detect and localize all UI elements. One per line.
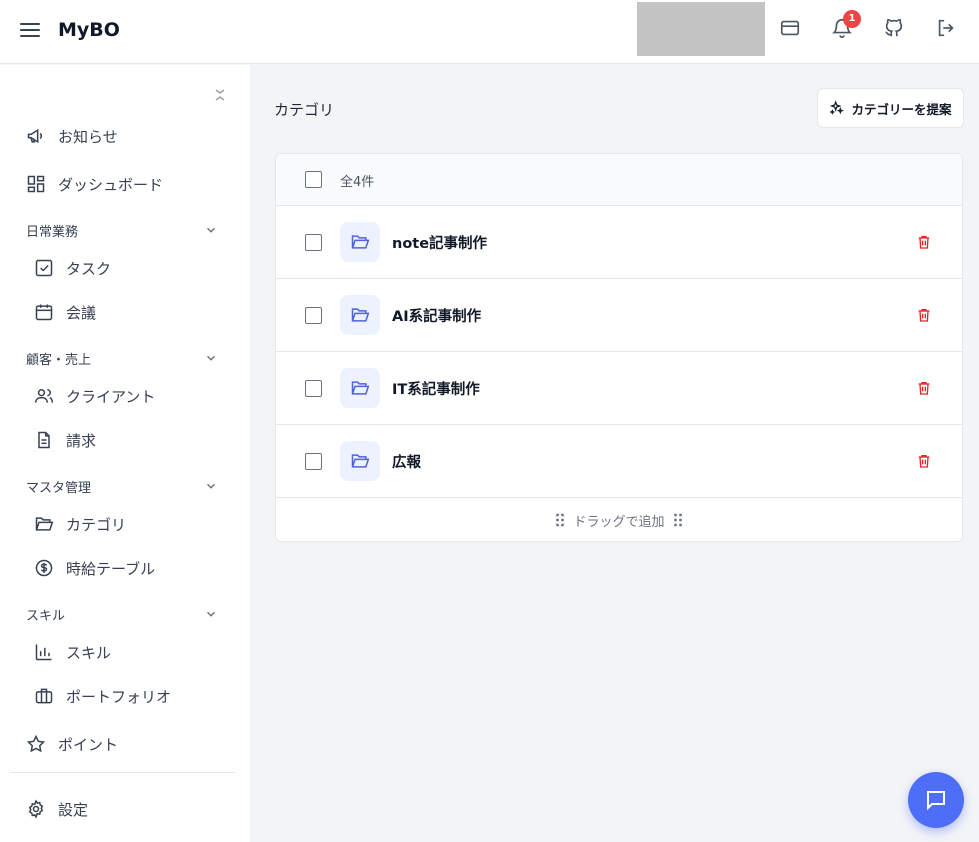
chevron-down-icon — [207, 611, 215, 617]
sidebar-item-billing[interactable]: 請求 — [34, 428, 96, 452]
folder-icon — [340, 222, 380, 262]
folder-icon — [340, 295, 380, 335]
item-count: 全4件 — [340, 175, 375, 190]
logout-icon[interactable] — [935, 17, 959, 41]
group-master-management[interactable]: マスタ管理 — [26, 476, 218, 496]
users-icon — [34, 386, 54, 406]
sidebar-item-label: 時給テーブル — [66, 559, 156, 578]
trash-icon[interactable] — [916, 307, 932, 323]
folder-icon — [34, 514, 54, 534]
category-name: 広報 — [392, 455, 421, 471]
sparkle-icon — [829, 100, 845, 115]
sidebar-item-label: ダッシュボード — [58, 175, 164, 194]
menu-icon[interactable] — [20, 20, 40, 42]
sidebar-item-settings[interactable]: 設定 — [26, 797, 88, 821]
sidebar-item-label: タスク — [66, 259, 112, 278]
sidebar-item-label: 設定 — [58, 800, 89, 819]
avatar[interactable] — [637, 2, 765, 56]
sidebar-divider — [10, 772, 235, 773]
sidebar-item-label: スキル — [66, 643, 112, 662]
chevron-down-icon — [207, 483, 215, 489]
sidebar-item-label: 請求 — [66, 431, 97, 450]
bar-chart-icon — [34, 642, 54, 662]
drag-handle-icon — [673, 513, 682, 527]
megaphone-icon — [26, 126, 46, 146]
dashboard-icon — [26, 174, 46, 194]
sidebar-item-points[interactable]: ポイント — [26, 732, 118, 756]
brand-logo[interactable]: MyBO — [58, 19, 120, 41]
trash-icon[interactable] — [916, 234, 932, 250]
sidebar-item-label: カテゴリ — [66, 515, 127, 534]
gear-icon — [26, 799, 46, 819]
category-name: IT系記事制作 — [392, 382, 480, 398]
folder-icon — [340, 441, 380, 481]
dollar-icon — [34, 558, 54, 578]
row-checkbox[interactable] — [305, 234, 322, 251]
sidebar-item-label: 会議 — [66, 303, 97, 322]
chat-icon — [927, 791, 945, 811]
trash-icon[interactable] — [916, 380, 932, 396]
sidebar-item-meeting[interactable]: 会議 — [34, 300, 96, 324]
table-row[interactable]: IT系記事制作 — [276, 352, 962, 425]
select-all-checkbox[interactable] — [305, 171, 322, 188]
folder-icon — [340, 368, 380, 408]
sidebar: お知らせ ダッシュボード 日常業務 タスク 会議 顧客・売上 クライアント 請求… — [0, 65, 250, 842]
category-name: note記事制作 — [392, 236, 488, 252]
calendar-icon — [34, 302, 54, 322]
trash-icon[interactable] — [916, 453, 932, 469]
list-header: 全4件 — [276, 154, 962, 206]
group-daily-work[interactable]: 日常業務 — [26, 220, 218, 240]
collapse-icon[interactable] — [212, 87, 228, 103]
briefcase-icon — [34, 686, 54, 706]
table-row[interactable]: AI系記事制作 — [276, 279, 962, 352]
drag-add-zone[interactable]: ドラッグで追加 — [276, 498, 962, 541]
star-icon — [26, 734, 46, 754]
group-customers-sales[interactable]: 顧客・売上 — [26, 348, 218, 368]
chat-button[interactable] — [908, 772, 964, 828]
suggest-category-button[interactable]: カテゴリーを提案 — [817, 88, 964, 128]
table-row[interactable]: note記事制作 — [276, 206, 962, 279]
chevron-down-icon — [207, 355, 215, 361]
page-title: カテゴリ — [274, 101, 335, 119]
notification-badge: 1 — [843, 10, 861, 28]
credit-card-icon[interactable] — [779, 17, 803, 41]
sidebar-item-dashboard[interactable]: ダッシュボード — [26, 172, 163, 196]
top-header: MyBO 1 — [0, 0, 979, 64]
group-skills[interactable]: スキル — [26, 604, 218, 624]
drag-handle-icon — [556, 513, 565, 527]
sidebar-item-clients[interactable]: クライアント — [34, 384, 155, 408]
category-list-card: 全4件 note記事制作 AI系記事制作 IT系記事制作 広報 ドラッグで追加 — [275, 153, 963, 542]
chevron-down-icon — [207, 227, 215, 233]
checkbox-icon — [34, 258, 54, 278]
row-checkbox[interactable] — [305, 307, 322, 324]
sidebar-item-category[interactable]: カテゴリ — [34, 512, 126, 536]
category-name: AI系記事制作 — [392, 309, 482, 325]
sidebar-item-label: ポートフォリオ — [66, 687, 172, 706]
sidebar-item-label: クライアント — [66, 387, 156, 406]
row-checkbox[interactable] — [305, 380, 322, 397]
sidebar-item-news[interactable]: お知らせ — [26, 124, 118, 148]
sidebar-item-hourly-rate[interactable]: 時給テーブル — [34, 556, 155, 580]
row-checkbox[interactable] — [305, 453, 322, 470]
sidebar-item-task[interactable]: タスク — [34, 256, 111, 280]
sidebar-item-label: ポイント — [58, 735, 119, 754]
sidebar-item-portfolio[interactable]: ポートフォリオ — [34, 684, 171, 708]
table-row[interactable]: 広報 — [276, 425, 962, 498]
sidebar-item-skills[interactable]: スキル — [34, 640, 111, 664]
document-icon — [34, 430, 54, 450]
sidebar-item-label: お知らせ — [58, 127, 118, 146]
github-icon[interactable] — [883, 17, 907, 41]
